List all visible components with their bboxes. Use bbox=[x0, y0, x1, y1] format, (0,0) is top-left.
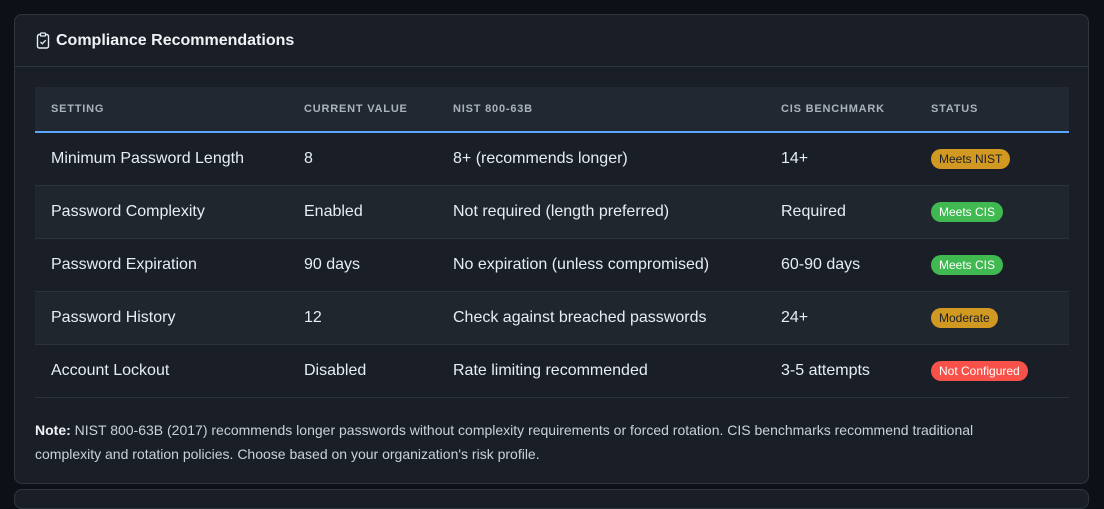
panel-header: Compliance Recommendations bbox=[15, 15, 1088, 67]
compliance-note: Note: NIST 800-63B (2017) recommends lon… bbox=[35, 418, 1035, 466]
cell-nist: Not required (length preferred) bbox=[437, 185, 765, 239]
cell-cis: 3-5 attempts bbox=[765, 344, 915, 398]
status-badge: Meets CIS bbox=[931, 201, 1004, 222]
cell-status: Meets CIS bbox=[915, 238, 1069, 292]
header-status: STATUS bbox=[915, 87, 1069, 133]
cell-setting: Minimum Password Length bbox=[35, 132, 288, 186]
cell-status: Meets NIST bbox=[915, 132, 1069, 186]
status-badge: Moderate bbox=[931, 307, 998, 328]
cell-current-value: Enabled bbox=[288, 185, 437, 239]
compliance-panel: Compliance Recommendations SETTING CURRE… bbox=[14, 14, 1089, 484]
cell-status: Moderate bbox=[915, 291, 1069, 345]
cell-cis: Required bbox=[765, 185, 915, 239]
header-cis: CIS BENCHMARK bbox=[765, 87, 915, 133]
cell-nist: 8+ (recommends longer) bbox=[437, 132, 765, 186]
cell-cis: 14+ bbox=[765, 132, 915, 186]
cell-status: Meets CIS bbox=[915, 185, 1069, 239]
status-badge: Meets NIST bbox=[931, 148, 1011, 169]
table-header-row: SETTING CURRENT VALUE NIST 800-63B CIS B… bbox=[35, 87, 1069, 133]
cell-setting: Password Complexity bbox=[35, 185, 288, 239]
cell-setting: Password Expiration bbox=[35, 238, 288, 292]
table-row: Account Lockout Disabled Rate limiting r… bbox=[35, 344, 1069, 398]
cell-cis: 24+ bbox=[765, 291, 915, 345]
header-current-value: CURRENT VALUE bbox=[288, 87, 437, 133]
cell-setting: Password History bbox=[35, 291, 288, 345]
note-text: NIST 800-63B (2017) recommends longer pa… bbox=[35, 422, 974, 462]
cell-status: Not Configured bbox=[915, 344, 1069, 398]
cell-current-value: 12 bbox=[288, 291, 437, 345]
next-panel-edge bbox=[14, 489, 1089, 509]
header-nist: NIST 800-63B bbox=[437, 87, 765, 133]
cell-current-value: 8 bbox=[288, 132, 437, 186]
recommendations-table-wrapper: SETTING CURRENT VALUE NIST 800-63B CIS B… bbox=[35, 87, 1069, 398]
recommendations-table: SETTING CURRENT VALUE NIST 800-63B CIS B… bbox=[35, 87, 1069, 398]
cell-nist: Check against breached passwords bbox=[437, 291, 765, 345]
table-row: Password Complexity Enabled Not required… bbox=[35, 185, 1069, 239]
note-label: Note: bbox=[35, 422, 71, 438]
panel-title: Compliance Recommendations bbox=[56, 31, 295, 49]
cell-cis: 60-90 days bbox=[765, 238, 915, 292]
clipboard-icon bbox=[35, 32, 51, 50]
cell-setting: Account Lockout bbox=[35, 344, 288, 398]
table-row: Minimum Password Length 8 8+ (recommends… bbox=[35, 132, 1069, 186]
status-badge: Meets CIS bbox=[931, 254, 1004, 275]
table-row: Password Expiration 90 days No expiratio… bbox=[35, 238, 1069, 292]
cell-current-value: Disabled bbox=[288, 344, 437, 398]
cell-nist: Rate limiting recommended bbox=[437, 344, 765, 398]
table-row: Password History 12 Check against breach… bbox=[35, 291, 1069, 345]
status-badge: Not Configured bbox=[931, 360, 1028, 381]
cell-current-value: 90 days bbox=[288, 238, 437, 292]
header-setting: SETTING bbox=[35, 87, 288, 133]
cell-nist: No expiration (unless compromised) bbox=[437, 238, 765, 292]
